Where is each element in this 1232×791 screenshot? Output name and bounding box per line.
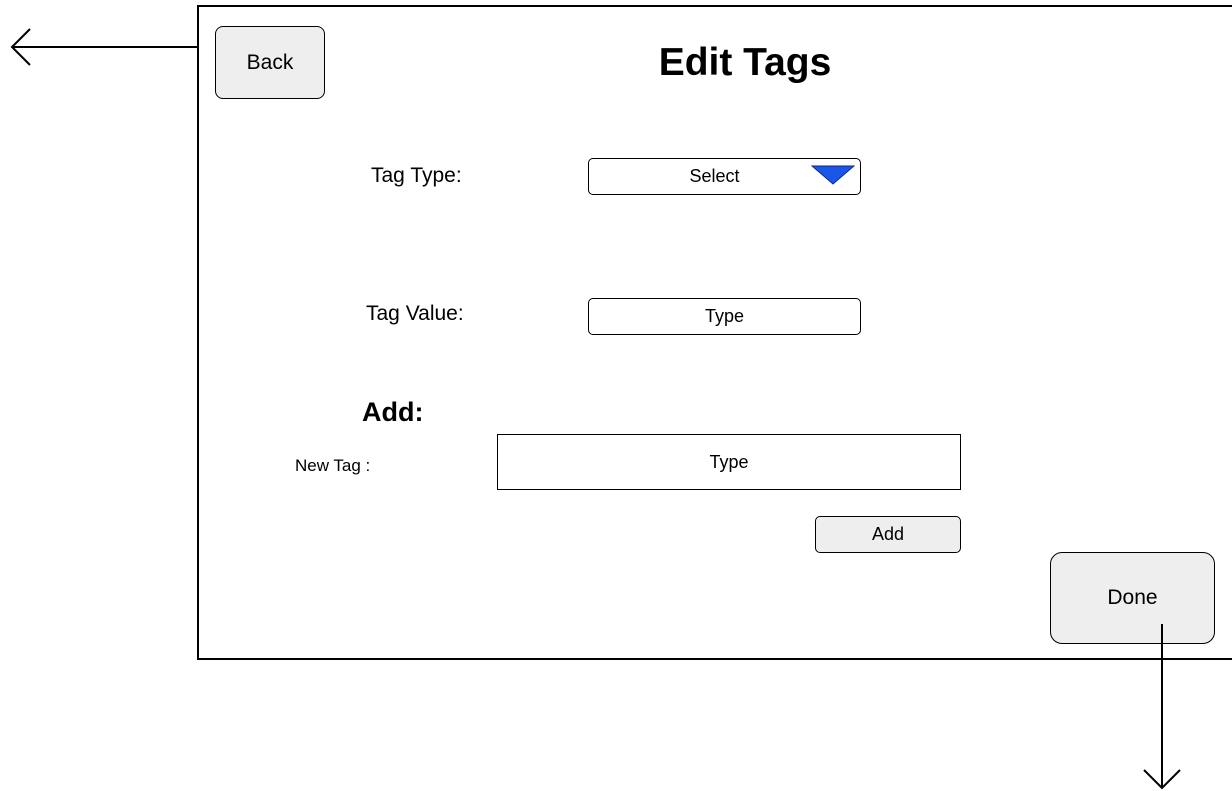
new-tag-input[interactable]: Type (497, 434, 961, 490)
new-tag-label: New Tag : (295, 456, 371, 475)
add-section-heading: Add: (362, 397, 424, 427)
tag-value-input[interactable]: Type (588, 298, 861, 335)
done-button[interactable]: Done (1050, 552, 1215, 644)
tag-type-label: Tag Type: (371, 164, 462, 187)
tag-type-select[interactable]: Select (588, 158, 861, 195)
back-button[interactable]: Back (215, 26, 325, 99)
back-flow-arrow-icon (10, 28, 198, 66)
done-flow-arrow-icon (1143, 624, 1181, 790)
page-title: Edit Tags (658, 41, 832, 84)
tag-type-selected-value: Select (689, 166, 740, 186)
tag-value-label: Tag Value: (366, 302, 464, 325)
triangle-down-icon[interactable] (811, 165, 855, 185)
add-tag-button[interactable]: Add (815, 516, 961, 553)
